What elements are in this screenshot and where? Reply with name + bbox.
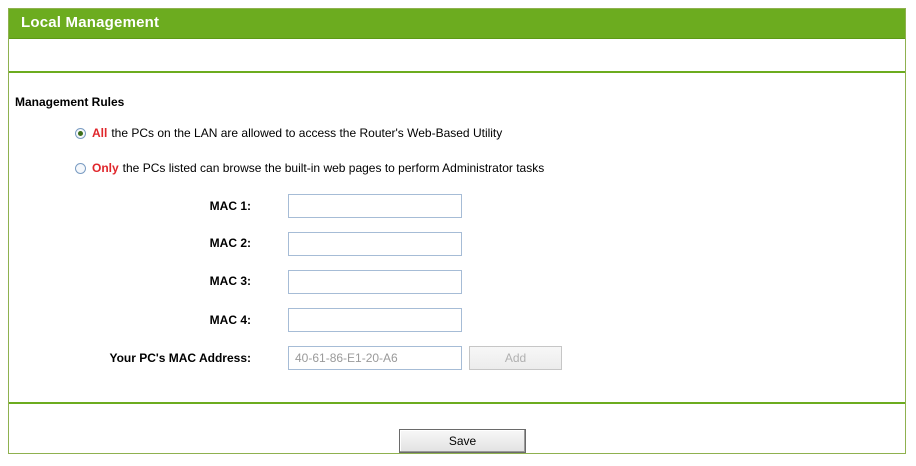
rule-option-all-prefix: All xyxy=(92,126,108,140)
radio-only[interactable] xyxy=(75,162,86,174)
mac3-label: MAC 3: xyxy=(209,274,251,288)
pc-mac-label: Your PC's MAC Address: xyxy=(109,351,251,365)
management-rules-heading: Management Rules xyxy=(15,95,125,109)
rule-option-only-text: the PCs listed can browse the built-in w… xyxy=(122,161,545,175)
top-divider xyxy=(9,71,905,73)
save-button[interactable]: Save xyxy=(399,429,526,453)
bottom-divider xyxy=(9,402,905,404)
mac1-field[interactable] xyxy=(288,194,462,218)
mac4-field[interactable] xyxy=(288,308,462,332)
mac1-label: MAC 1: xyxy=(209,199,251,213)
mac2-field[interactable] xyxy=(288,232,462,256)
pc-mac-field xyxy=(288,346,462,370)
rule-option-only-prefix: Only xyxy=(92,161,119,175)
panel-title: Local Management xyxy=(21,14,160,31)
rule-option-only[interactable]: Only the PCs listed can browse the built… xyxy=(75,161,544,175)
panel-header: Local Management xyxy=(9,9,905,39)
radio-all[interactable] xyxy=(75,127,86,139)
rule-option-all[interactable]: All the PCs on the LAN are allowed to ac… xyxy=(75,126,502,140)
local-management-panel: Local Management Management Rules All th… xyxy=(8,8,906,454)
add-button[interactable]: Add xyxy=(469,346,562,370)
rule-option-all-text: the PCs on the LAN are allowed to access… xyxy=(111,126,503,140)
mac3-field[interactable] xyxy=(288,270,462,294)
mac4-label: MAC 4: xyxy=(209,313,251,327)
mac2-label: MAC 2: xyxy=(209,236,251,250)
